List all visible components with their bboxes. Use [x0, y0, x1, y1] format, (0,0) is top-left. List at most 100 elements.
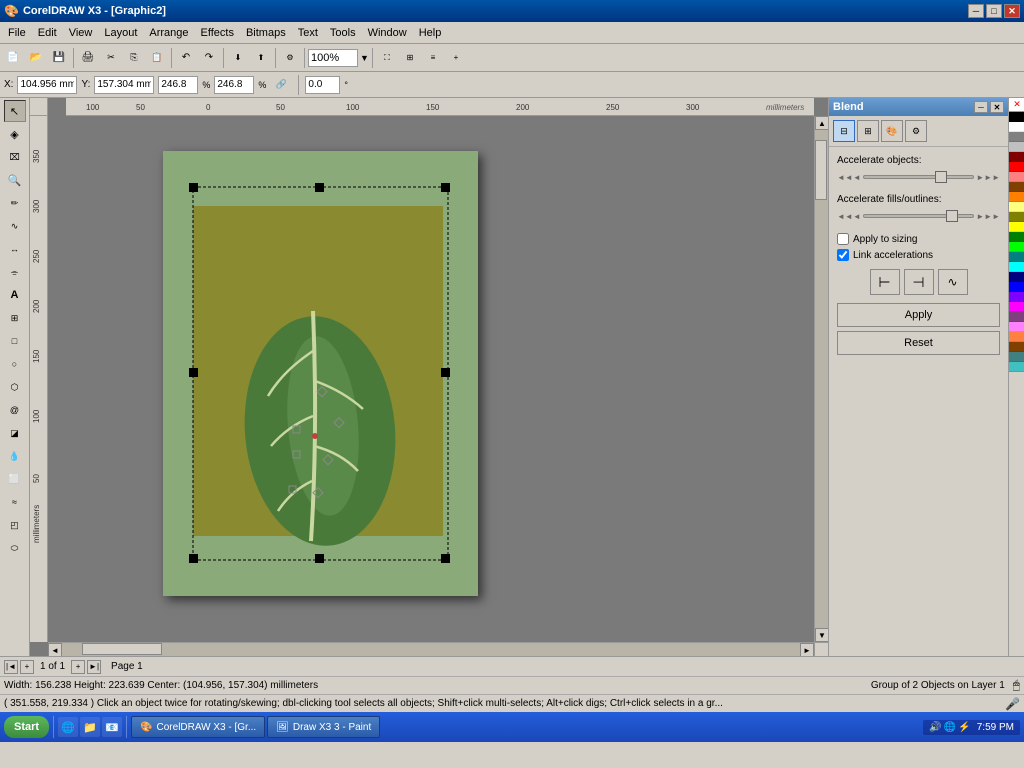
- start-button[interactable]: Start: [4, 716, 49, 738]
- canvas-container[interactable]: [48, 116, 814, 642]
- blend-tool[interactable]: ≈: [4, 491, 26, 513]
- color-swatch-purple2[interactable]: [1009, 292, 1024, 302]
- blend-close-button[interactable]: ✕: [990, 101, 1004, 113]
- menu-tools[interactable]: Tools: [324, 25, 362, 41]
- apply-to-sizing-checkbox-row[interactable]: Apply to sizing: [837, 233, 1000, 245]
- new-button[interactable]: 📄: [2, 47, 24, 69]
- link-accelerations-checkbox[interactable]: [837, 249, 849, 261]
- color-swatch-yellow[interactable]: [1009, 222, 1024, 232]
- copy-button[interactable]: ⎘: [123, 47, 145, 69]
- slider1-thumb[interactable]: [935, 171, 947, 183]
- crop-tool[interactable]: ⌧: [4, 146, 26, 168]
- dynamic-guide[interactable]: +: [445, 47, 467, 69]
- extrude-tool[interactable]: ◰: [4, 514, 26, 536]
- slider2-track-container[interactable]: [863, 209, 974, 223]
- blend-icon-misc[interactable]: ⚙: [905, 120, 927, 142]
- scroll-track-v[interactable]: [815, 130, 828, 628]
- color-swatch-pink[interactable]: [1009, 172, 1024, 182]
- save-button[interactable]: 💾: [48, 47, 70, 69]
- freehand-tool[interactable]: ✏: [4, 192, 26, 214]
- apply-to-sizing-checkbox[interactable]: [837, 233, 849, 245]
- scroll-down-button[interactable]: ▼: [815, 628, 828, 642]
- no-fill-swatch[interactable]: ✕: [1009, 98, 1024, 112]
- width-input[interactable]: [158, 76, 198, 94]
- import-button[interactable]: ⬇: [227, 47, 249, 69]
- eyedropper-tool[interactable]: 💧: [4, 445, 26, 467]
- polygon-tool[interactable]: ⬡: [4, 376, 26, 398]
- ellipse-tool[interactable]: ○: [4, 353, 26, 375]
- spiral-tool[interactable]: @: [4, 399, 26, 421]
- last-page-button[interactable]: ►|: [87, 660, 101, 674]
- options-button[interactable]: ⚙: [279, 47, 301, 69]
- color-swatch-olive[interactable]: [1009, 212, 1024, 222]
- color-swatch-salmon[interactable]: [1009, 332, 1024, 342]
- color-swatch-magenta[interactable]: [1009, 302, 1024, 312]
- undo-button[interactable]: ↶: [175, 47, 197, 69]
- x-input[interactable]: [17, 76, 77, 94]
- color-swatch-lightyellow[interactable]: [1009, 202, 1024, 212]
- outline-tool[interactable]: ⬜: [4, 468, 26, 490]
- quicklaunch-ie[interactable]: 🌐: [58, 717, 78, 737]
- menu-text[interactable]: Text: [292, 25, 324, 41]
- color-swatch-brown[interactable]: [1009, 182, 1024, 192]
- color-swatch-silver[interactable]: [1009, 142, 1024, 152]
- scroll-right-button[interactable]: ►: [800, 643, 814, 656]
- export-button[interactable]: ⬆: [250, 47, 272, 69]
- taskbar-item-paint[interactable]: 🖼 Draw X3 3 - Paint: [267, 716, 380, 738]
- menu-bitmaps[interactable]: Bitmaps: [240, 25, 292, 41]
- color-swatch-green[interactable]: [1009, 232, 1024, 242]
- angle-input[interactable]: [305, 76, 340, 94]
- quicklaunch-folder[interactable]: 📁: [80, 717, 100, 737]
- first-page-button[interactable]: |◄: [4, 660, 18, 674]
- color-swatch-darkbrown[interactable]: [1009, 342, 1024, 352]
- color-swatch-teal[interactable]: [1009, 252, 1024, 262]
- redo-button[interactable]: ↷: [198, 47, 220, 69]
- menu-layout[interactable]: Layout: [98, 25, 143, 41]
- color-swatch-steelblue[interactable]: [1009, 352, 1024, 362]
- taskbar-item-coreldraw[interactable]: 🎨 CorelDRAW X3 - [Gr...: [131, 716, 265, 738]
- connector-tool[interactable]: ⌯: [4, 261, 26, 283]
- maximize-button[interactable]: □: [986, 4, 1002, 18]
- color-swatch-medturquoise[interactable]: [1009, 362, 1024, 372]
- close-button[interactable]: ✕: [1004, 4, 1020, 18]
- cut-button[interactable]: ✂: [100, 47, 122, 69]
- blend-icon-color[interactable]: 🎨: [881, 120, 903, 142]
- scroll-left-button[interactable]: ◄: [48, 643, 62, 656]
- prev-page-button[interactable]: +: [20, 660, 34, 674]
- zoom-input[interactable]: [308, 49, 358, 67]
- menu-effects[interactable]: Effects: [195, 25, 240, 41]
- color-swatch-white[interactable]: [1009, 122, 1024, 132]
- menu-window[interactable]: Window: [362, 25, 413, 41]
- canvas-area[interactable]: 100 50 0 50 100 150 200 250 300 millimet…: [30, 98, 828, 656]
- blend-icon-steps[interactable]: ⊟: [833, 120, 855, 142]
- print-button[interactable]: 🖨: [77, 47, 99, 69]
- open-button[interactable]: 📂: [25, 47, 47, 69]
- scroll-thumb-v[interactable]: [815, 140, 827, 200]
- height-input[interactable]: [214, 76, 254, 94]
- color-swatch-black[interactable]: [1009, 112, 1024, 122]
- color-swatch-gray[interactable]: [1009, 132, 1024, 142]
- lock-ratio-button[interactable]: 🔗: [270, 74, 292, 96]
- text-tool[interactable]: A: [4, 284, 26, 306]
- shape-tool[interactable]: ◈: [4, 123, 26, 145]
- menu-edit[interactable]: Edit: [32, 25, 63, 41]
- fill-tool[interactable]: ◪: [4, 422, 26, 444]
- contour-tool[interactable]: ⬭: [4, 537, 26, 559]
- fullscreen-button[interactable]: ⛶: [376, 47, 398, 69]
- y-input[interactable]: [94, 76, 154, 94]
- color-swatch-red[interactable]: [1009, 162, 1024, 172]
- color-swatch-purple3[interactable]: [1009, 312, 1024, 322]
- menu-help[interactable]: Help: [413, 25, 448, 41]
- select-tool[interactable]: ↖: [4, 100, 26, 122]
- scroll-track-h[interactable]: [62, 643, 800, 656]
- color-swatch-lime[interactable]: [1009, 242, 1024, 252]
- zoom-tool[interactable]: 🔍: [4, 169, 26, 191]
- smart-draw-tool[interactable]: ∿: [4, 215, 26, 237]
- scroll-up-button[interactable]: ▲: [815, 116, 828, 130]
- color-swatch-violet[interactable]: [1009, 322, 1024, 332]
- blend-end-object-button[interactable]: ⊣: [904, 269, 934, 295]
- color-swatch-navy[interactable]: [1009, 272, 1024, 282]
- zoom-dropdown-icon[interactable]: ▼: [360, 53, 369, 63]
- next-page-button[interactable]: +: [71, 660, 85, 674]
- quicklaunch-email[interactable]: 📧: [102, 717, 122, 737]
